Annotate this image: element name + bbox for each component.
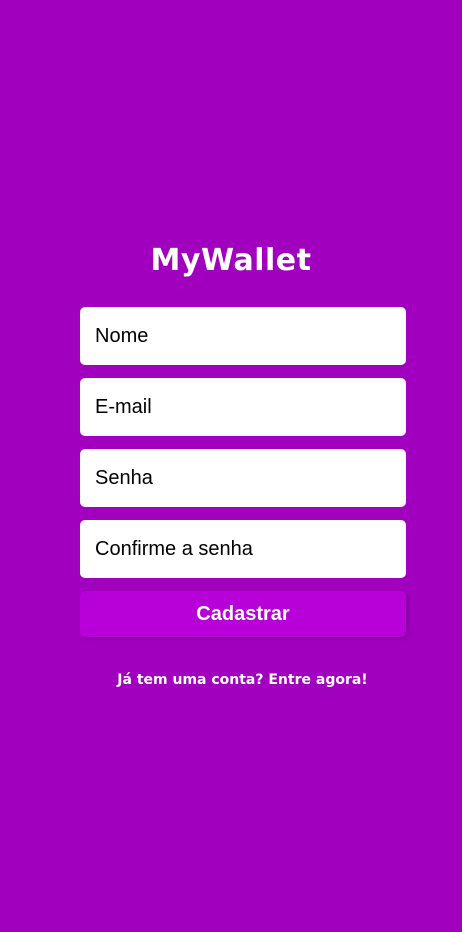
signup-button[interactable]: Cadastrar [80, 591, 406, 637]
app-logo: MyWallet [150, 243, 312, 278]
password-input[interactable] [80, 449, 406, 507]
email-input[interactable] [80, 378, 406, 436]
signin-link[interactable]: Já tem uma conta? Entre agora! [0, 670, 462, 690]
signup-form: Cadastrar [80, 307, 406, 637]
name-input[interactable] [80, 307, 406, 365]
confirm-password-input[interactable] [80, 520, 406, 578]
